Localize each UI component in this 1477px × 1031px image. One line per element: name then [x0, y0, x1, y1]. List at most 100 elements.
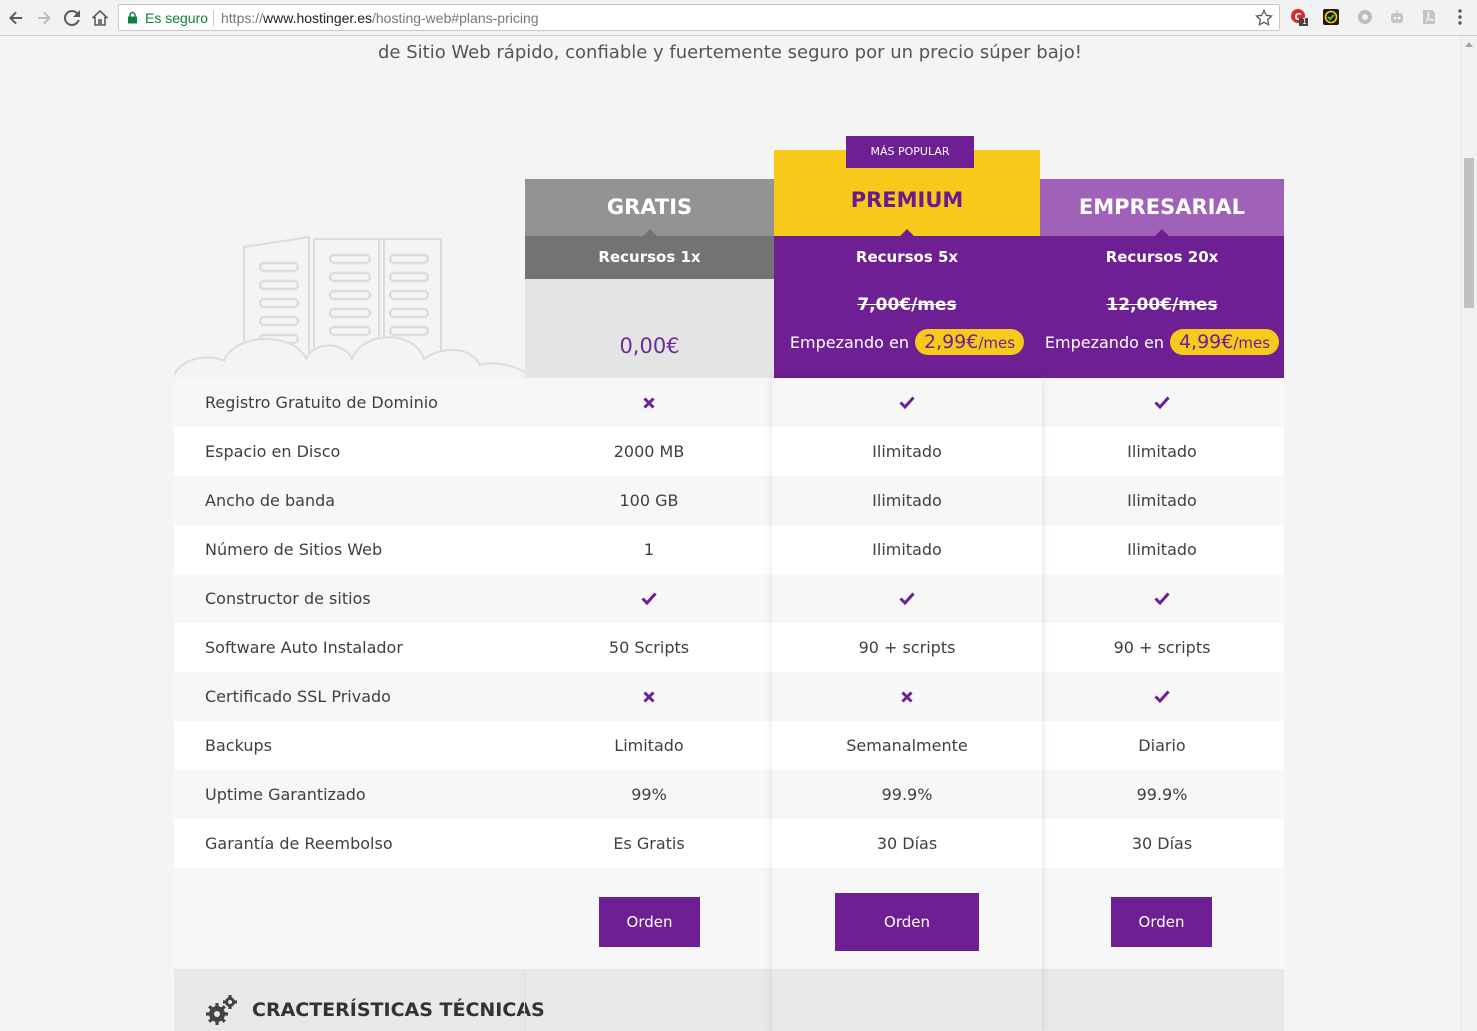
feature-value-gratis: 50 Scripts — [608, 638, 690, 657]
home-button[interactable] — [88, 6, 112, 30]
start-label: Empezando en — [1044, 332, 1164, 352]
feature-label: Uptime Garantizado — [205, 785, 366, 804]
forward-button[interactable] — [32, 6, 56, 30]
plan-premium-price-box: 7,00€/mes Empezando en 2,99€/mes — [774, 279, 1040, 379]
feature-row: Backups Limitado Semanalmente Diario — [174, 721, 1284, 770]
technical-features-section: CRACTERÍSTICAS TÉCNICAS — [174, 969, 1284, 1031]
feature-value-premium: Ilimitado — [872, 442, 942, 461]
feature-value-gratis: 2000 MB — [613, 442, 685, 461]
extension-adblock-icon[interactable]: C 1 — [1290, 8, 1308, 26]
scroll-up-arrow-icon[interactable] — [1465, 42, 1473, 47]
feature-value-gratis: Limitado — [614, 736, 684, 755]
check-icon — [774, 378, 1040, 427]
cross-icon — [524, 378, 774, 427]
feature-label: Backups — [205, 736, 272, 755]
check-icon — [774, 574, 1040, 623]
price-unit: /mes — [978, 334, 1016, 352]
price-unit: /mes — [1233, 334, 1271, 352]
popular-badge: MÁS POPULAR — [846, 136, 974, 168]
feature-value-empresarial: Ilimitado — [1127, 491, 1197, 510]
feature-value-empresarial: 30 Días — [1131, 834, 1193, 853]
plan-empresarial-resources: Recursos 20x — [1040, 236, 1284, 279]
page-content: de Sitio Web rápido, confiable y fuertem… — [0, 37, 1460, 1031]
cross-icon — [774, 672, 1040, 721]
secure-label: Es seguro — [145, 10, 209, 26]
extension-circle-icon[interactable] — [1356, 8, 1374, 26]
reload-button[interactable] — [60, 6, 84, 30]
feature-value-empresarial: 90 + scripts — [1113, 638, 1211, 657]
back-button[interactable] — [4, 6, 28, 30]
bookmark-star-icon[interactable] — [1255, 9, 1273, 27]
feature-row: Espacio en Disco 2000 MB Ilimitado Ilimitad… — [174, 427, 1284, 476]
feature-row: Software Auto Instalador 50 Scripts 90 + s… — [174, 623, 1284, 672]
plan-premium-start: Empezando en 2,99€/mes — [774, 329, 1040, 355]
header-notch — [1155, 229, 1169, 236]
gears-icon — [206, 995, 237, 1025]
cross-icon — [524, 672, 774, 721]
feature-label: Certificado SSL Privado — [205, 687, 391, 706]
feature-value-premium: 30 Días — [876, 834, 938, 853]
plan-premium-resources: Recursos 5x — [774, 236, 1040, 279]
feature-row: Registro Gratuito de Dominio — [174, 378, 1284, 427]
plan-gratis-name: GRATIS — [525, 179, 774, 236]
browser-toolbar: Es seguro https://www.hostinger.es/hosti… — [0, 0, 1477, 36]
url-text[interactable]: https://www.hostinger.es/hosting-web#pla… — [221, 10, 539, 26]
feature-label: Software Auto Instalador — [205, 638, 403, 657]
feature-value-gratis: 1 — [643, 540, 655, 559]
feature-value-premium: Semanalmente — [846, 736, 968, 755]
feature-value-gratis: 99% — [631, 785, 667, 804]
lock-icon — [128, 11, 137, 24]
header-notch — [900, 229, 914, 236]
extension-robot-icon[interactable] — [1388, 8, 1406, 26]
feature-value-empresarial: 99.9% — [1136, 785, 1188, 804]
feature-value-premium: 99.9% — [881, 785, 933, 804]
check-icon — [1040, 672, 1284, 721]
feature-label: Ancho de banda — [205, 491, 336, 510]
browser-menu-icon[interactable] — [1451, 8, 1469, 26]
plan-premium-old-price: 7,00€/mes — [857, 295, 957, 315]
order-button-premium[interactable]: Orden — [835, 893, 979, 951]
feature-row: Garantía de Reembolso Es Gratis 30 Días 30 … — [174, 819, 1284, 868]
order-button-empresarial[interactable]: Orden — [1111, 897, 1212, 947]
scroll-thumb[interactable] — [1464, 158, 1474, 308]
forward-arrow-icon — [38, 11, 51, 25]
tech-divider — [524, 969, 525, 1031]
address-bar[interactable]: Es seguro https://www.hostinger.es/hosti… — [118, 4, 1280, 31]
feature-row: Uptime Garantizado 99% 99.9% 99.9% — [174, 770, 1284, 819]
start-label: Empezando en — [789, 332, 909, 352]
feature-label: Constructor de sitios — [205, 589, 371, 608]
check-icon — [1040, 574, 1284, 623]
feature-label: Garantía de Reembolso — [205, 834, 393, 853]
plan-gratis-price-box: 0,00€ — [525, 279, 774, 379]
feature-value-premium: Ilimitado — [872, 491, 942, 510]
extension-pdf-icon[interactable] — [1420, 8, 1438, 26]
feature-value-gratis: Es Gratis — [613, 834, 685, 853]
price-pill: 4,99€/mes — [1169, 329, 1280, 355]
feature-row: Ancho de banda 100 GB Ilimitado Ilimitado — [174, 476, 1284, 525]
url-scheme: https:// — [221, 10, 264, 26]
price-pill: 2,99€/mes — [914, 329, 1025, 355]
page-scrollbar[interactable] — [1460, 36, 1477, 1031]
plan-empresarial-old-price: 12,00€/mes — [1106, 295, 1218, 315]
order-button-gratis[interactable]: Orden — [599, 897, 700, 947]
plan-empresarial-price: 4,99€ — [1178, 331, 1234, 353]
technical-features-title: CRACTERÍSTICAS TÉCNICAS — [252, 999, 545, 1021]
check-icon — [524, 574, 774, 623]
url-path: /hosting-web#plans-pricing — [371, 10, 539, 26]
plan-premium-name: PREMIUM — [850, 188, 964, 212]
extension-check-icon[interactable] — [1322, 8, 1340, 26]
check-icon — [1040, 378, 1284, 427]
plan-gratis-price: 0,00€ — [619, 334, 680, 358]
feature-value-empresarial: Diario — [1138, 736, 1186, 755]
feature-label: Espacio en Disco — [205, 442, 341, 461]
feature-value-premium: Ilimitado — [872, 540, 942, 559]
intro-text: de Sitio Web rápido, confiable y fuertem… — [377, 42, 1082, 63]
plan-empresarial-start: Empezando en 4,99€/mes — [1040, 329, 1284, 355]
reload-icon — [64, 10, 80, 26]
plan-premium-price: 2,99€ — [923, 331, 979, 353]
back-arrow-icon — [9, 11, 22, 25]
feature-label: Número de Sitios Web — [205, 540, 383, 559]
plan-empresarial-name: EMPRESARIAL — [1040, 179, 1284, 236]
feature-row: Certificado SSL Privado — [174, 672, 1284, 721]
plan-empresarial-price-box: 12,00€/mes Empezando en 4,99€/mes — [1040, 279, 1284, 379]
